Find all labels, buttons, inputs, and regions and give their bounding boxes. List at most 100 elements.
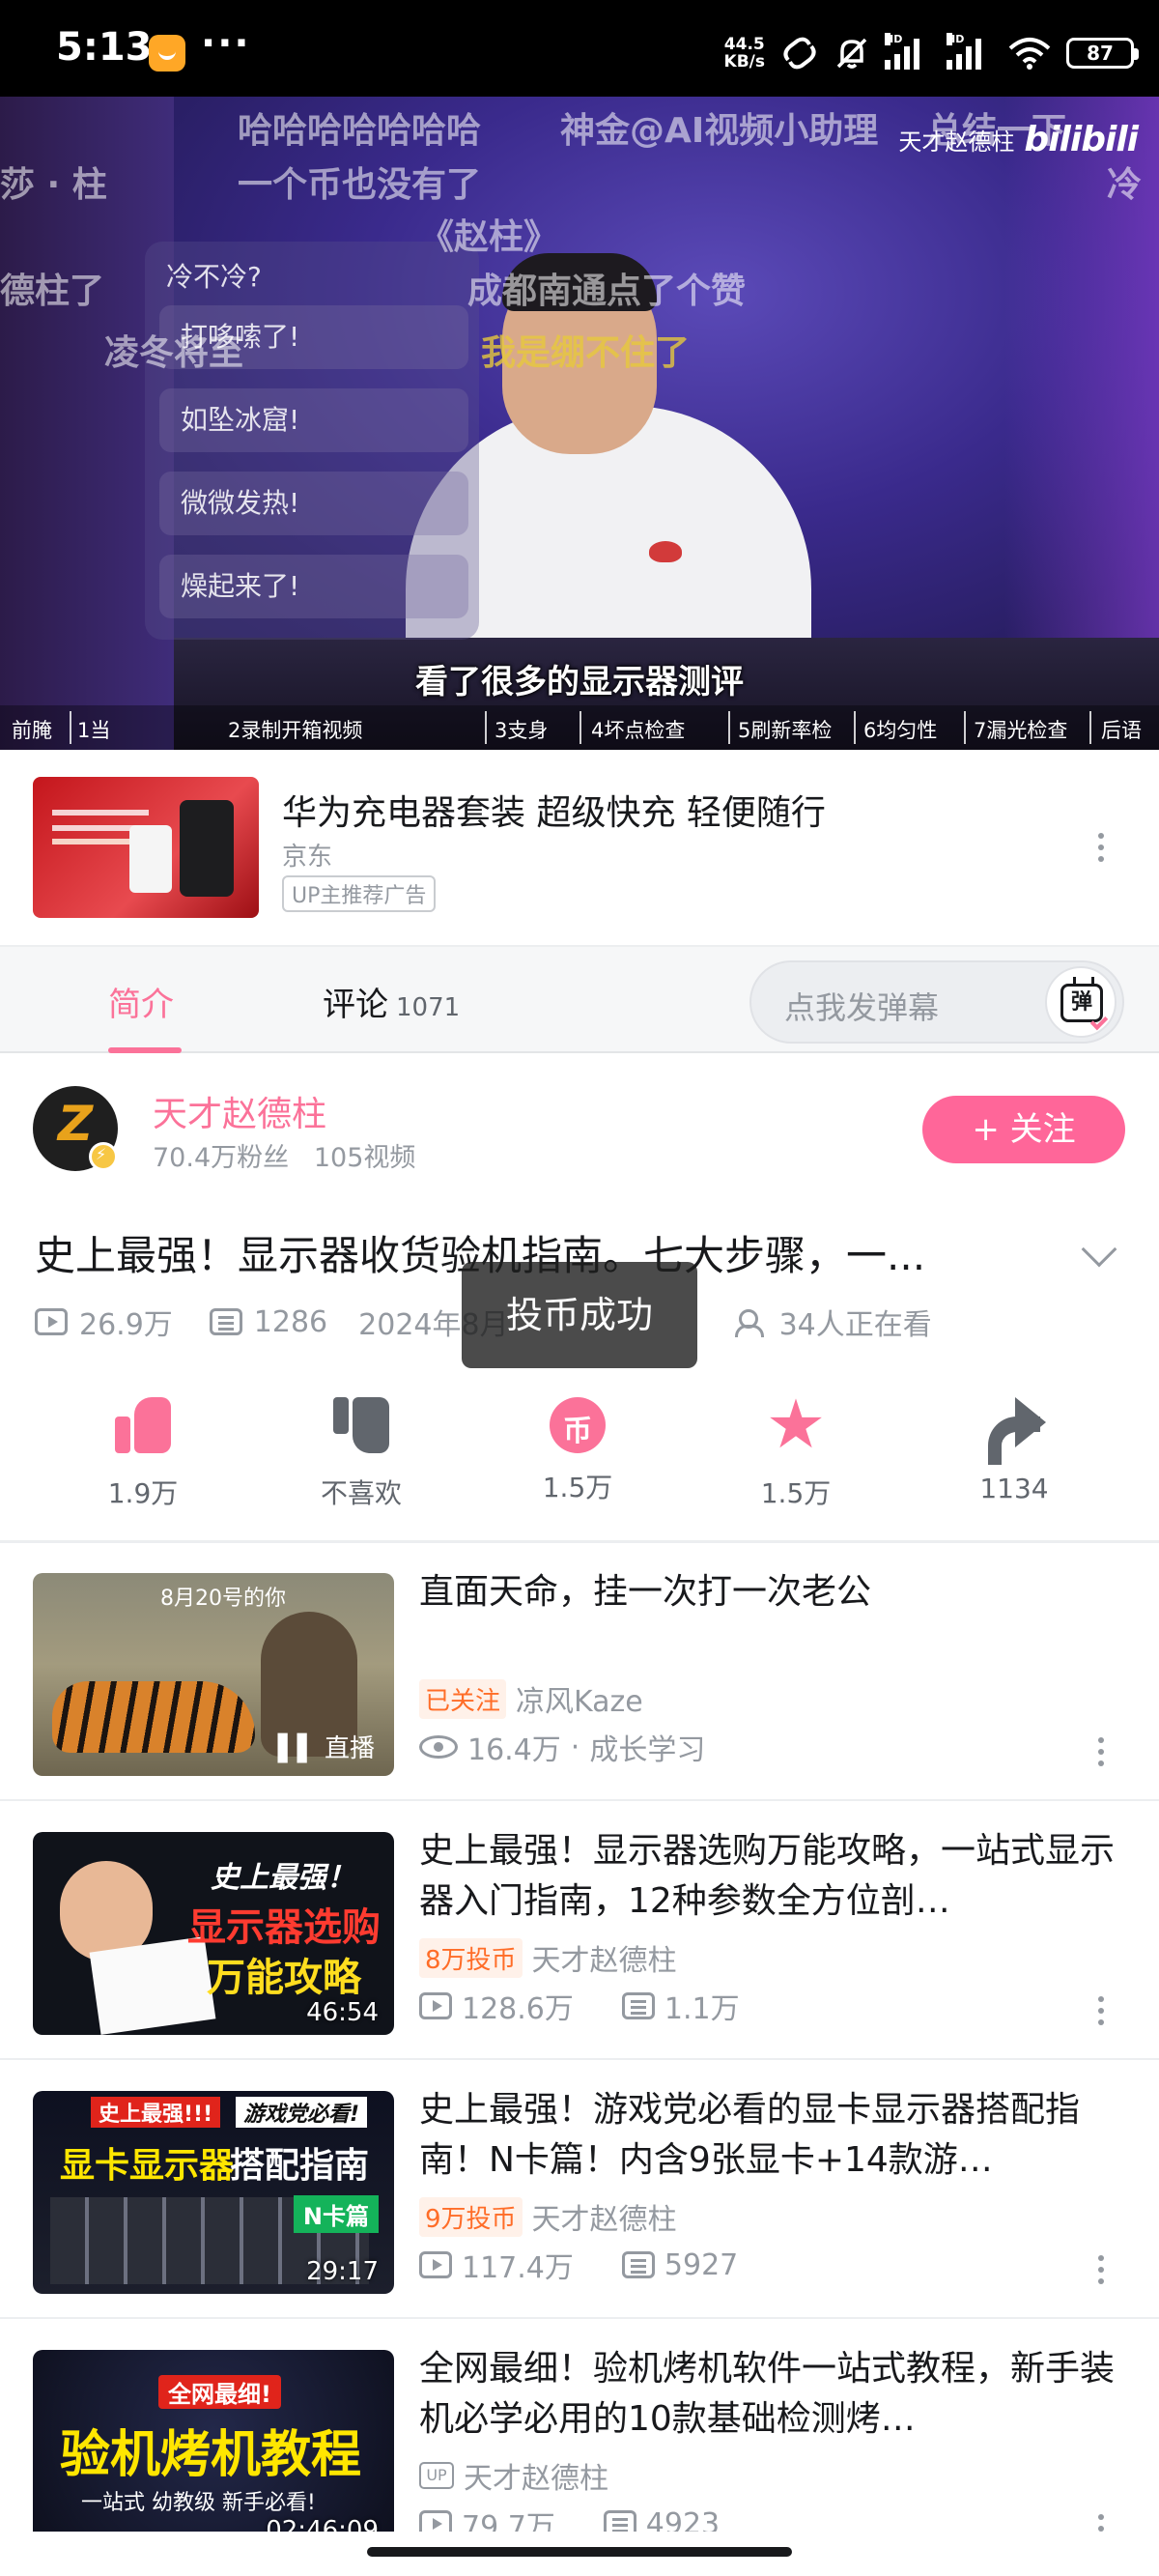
watching-icon <box>734 1307 768 1337</box>
coin-button[interactable]: 1.5万 <box>500 1391 655 1505</box>
ad-title[interactable]: 华为充电器套装 超级快充 轻便随行 <box>282 785 826 835</box>
eye-icon <box>419 1735 458 1759</box>
list-item[interactable]: 8月20号的你 ▌▌ 直播 直面天命，挂一次打一次老公 已关注 凉风Kaze 1… <box>0 1542 1159 1801</box>
chapter-separator <box>70 711 71 744</box>
uploader-name[interactable]: 天才赵德柱 <box>153 1086 326 1136</box>
ad-card[interactable]: 华为充电器套装 超级快充 轻便随行 京东 UP主推荐广告 <box>0 750 1159 943</box>
danmaku-comment: 哈哈哈哈哈哈哈 <box>238 111 482 151</box>
more-icon[interactable] <box>1097 1996 1105 2031</box>
chapter-separator <box>1089 711 1091 744</box>
thumb-text: 史上最强!!! <box>91 2097 221 2128</box>
chapter-item[interactable]: 7漏光检查 <box>974 715 1067 744</box>
signal-hd-label: HD <box>885 33 903 45</box>
danmaku-comment: 一个币也没有了 <box>238 165 482 205</box>
rec-danmaku: 5927 <box>664 2247 739 2282</box>
dot-separator: · <box>570 1730 580 1764</box>
poll-option[interactable]: 燥起来了! <box>159 555 468 618</box>
thumb-text: 显卡显示器 <box>60 2146 235 2186</box>
poll-option[interactable]: 如坠冰窟! <box>159 388 468 452</box>
like-button[interactable]: 1.9万 <box>66 1391 220 1511</box>
list-item[interactable]: 史上最强！ 显示器选购 万能攻略 46:54 史上最强！显示器选购万能攻略，一站… <box>0 1801 1159 2060</box>
signal-hd-label-2: HD <box>947 33 965 45</box>
rec-title[interactable]: 史上最强！游戏党必看的显卡显示器搭配指南！N卡篇！内含9张显卡+14款游… <box>419 2085 1134 2186</box>
share-button[interactable]: 1134 <box>937 1391 1091 1504</box>
ad-more-icon[interactable] <box>1097 833 1105 868</box>
danmaku-input[interactable]: 点我发弹幕 弹 <box>749 960 1124 1044</box>
danmaku-input-placeholder: 点我发弹幕 <box>784 989 940 1026</box>
tab-comments[interactable]: 评论 1071 <box>323 978 460 1025</box>
video-player[interactable]: 冷不冷? 打哆嗦了! 如坠冰窟! 微微发热! 燥起来了! 哈哈哈哈哈哈哈 神金@… <box>0 97 1159 750</box>
coin-count: 1.5万 <box>542 1472 613 1503</box>
chapter-separator <box>580 711 581 744</box>
chapter-item[interactable]: 6均匀性 <box>863 715 937 744</box>
coin-tag: 9万投币 <box>419 2196 523 2237</box>
rec-views: 117.4万 <box>462 2251 574 2285</box>
view-count: 26.9万 <box>79 1308 173 1342</box>
dislike-button[interactable]: 不喜欢 <box>284 1391 438 1511</box>
danmaku-comment: 神金@AI视频小助理 <box>560 111 879 151</box>
chapter-bar[interactable]: 前腌 1当 2录制开箱视频 3支身 4坏点检查 5刷新率检 6均匀性 7漏光检查… <box>0 705 1159 750</box>
list-item[interactable]: 史上最强!!! 游戏党必看! 显卡显示器 搭配指南 N卡篇 29:17 史上最强… <box>0 2060 1159 2319</box>
network-speed-unit: KB/s <box>723 52 765 72</box>
chapter-separator <box>728 711 730 744</box>
video-watermark: 天才赵德柱 bilibili <box>898 120 1139 159</box>
danmaku-comment: 我是绷不住了 <box>481 333 691 373</box>
share-count: 1134 <box>979 1473 1049 1504</box>
chapter-item[interactable]: 5刷新率检 <box>738 715 832 744</box>
rec-stats-line: 117.4万 5927 <box>419 2244 738 2286</box>
more-icon[interactable] <box>1097 2514 1105 2532</box>
favorite-button[interactable]: 1.5万 <box>719 1386 873 1511</box>
chapter-item[interactable]: 前腌 <box>12 715 52 744</box>
video-thumbnail[interactable]: 全网最细! 验机烤机教程 一站式 幼教级 新手必看! 02:46:09 <box>33 2350 394 2532</box>
more-icon[interactable] <box>1097 2255 1105 2290</box>
rec-title[interactable]: 全网最细！验机烤机软件一站式教程，新手装机必学必用的10款基础检测烤… <box>419 2344 1134 2445</box>
signal-icon: HD <box>885 33 931 70</box>
rec-stats-line: 16.4万 · 成长学习 <box>419 1726 705 1768</box>
chapter-item[interactable]: 2录制开箱视频 <box>228 715 362 744</box>
thumbs-up-icon <box>109 1391 177 1459</box>
verified-badge-icon <box>89 1142 118 1171</box>
rec-author: 天才赵德柱 <box>531 1944 677 1978</box>
tab-intro[interactable]: 简介 <box>108 978 174 1025</box>
home-indicator[interactable] <box>367 2547 792 2557</box>
watermark-user: 天才赵德柱 <box>898 129 1015 156</box>
rec-title[interactable]: 史上最强！显示器选购万能攻略，一站式显示器入门指南，12种参数全方位剖… <box>419 1826 1134 1927</box>
more-icon[interactable] <box>1097 1737 1105 1772</box>
rec-title[interactable]: 直面天命，挂一次打一次老公 <box>419 1567 1134 1617</box>
danmaku-count-icon <box>603 2510 636 2532</box>
rec-author-line: 已关注 凉风Kaze <box>419 1677 643 1720</box>
danmaku-comment: 成都南通点了个赞 <box>467 272 747 311</box>
favorite-count: 1.5万 <box>760 1477 832 1509</box>
play-count-icon <box>419 1992 452 2019</box>
danmaku-count: 1286 <box>253 1304 328 1339</box>
chapter-item[interactable]: 后语 <box>1101 715 1142 744</box>
shirt-logo <box>649 541 682 562</box>
ad-thumbnail[interactable] <box>33 777 259 918</box>
rec-danmaku: 4923 <box>645 2506 721 2533</box>
thumb-text: 显示器选购 <box>187 1905 381 1950</box>
status-icons: 44.5 KB/s HD HD 87 <box>724 29 1139 77</box>
list-item[interactable]: 全网最细! 验机烤机教程 一站式 幼教级 新手必看! 02:46:09 全网最细… <box>0 2319 1159 2532</box>
chapter-item[interactable]: 3支身 <box>495 715 548 744</box>
follow-button[interactable]: + 关注 <box>922 1096 1125 1163</box>
video-thumbnail[interactable]: 史上最强！ 显示器选购 万能攻略 46:54 <box>33 1832 394 2035</box>
star-icon <box>762 1386 830 1463</box>
chapter-item[interactable]: 1当 <box>77 715 110 744</box>
video-thumbnail[interactable]: 史上最强!!! 游戏党必看! 显卡显示器 搭配指南 N卡篇 29:17 <box>33 2091 394 2294</box>
network-speed: 44.5 KB/s <box>724 36 765 71</box>
chevron-down-icon[interactable] <box>1081 1231 1117 1268</box>
chapter-separator <box>485 711 487 744</box>
danmaku-comment: 凌冬将至 <box>104 333 244 373</box>
signal-icon-2: HD <box>947 33 993 70</box>
thumb-text: 游戏党必看! <box>236 2097 368 2128</box>
network-speed-value: 44.5 <box>723 35 765 54</box>
video-thumbnail[interactable]: 8月20号的你 ▌▌ 直播 <box>33 1573 394 1776</box>
thumb-text: 验机烤机教程 <box>60 2426 362 2484</box>
poll-option[interactable]: 微微发热! <box>159 472 468 535</box>
thumb-badge: N卡篇 <box>293 2195 379 2233</box>
danmaku-toggle-button[interactable]: 弹 <box>1045 966 1117 1038</box>
rec-author: 凉风Kaze <box>516 1685 643 1719</box>
thumb-text: 一站式 幼教级 新手必看! <box>81 2491 316 2515</box>
coin-tag: 8万投币 <box>419 1937 523 1978</box>
chapter-item[interactable]: 4坏点检查 <box>591 715 685 744</box>
